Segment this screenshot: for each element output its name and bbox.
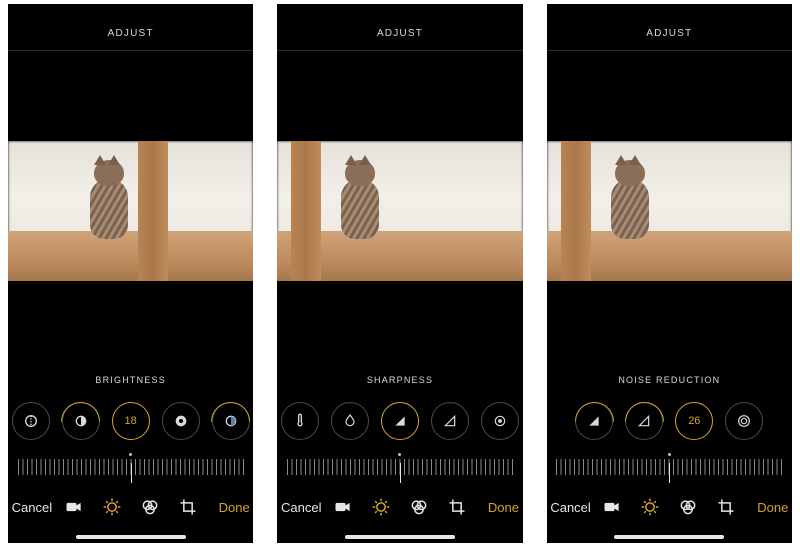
bottom-toolbar: Cancel Done <box>547 483 792 531</box>
adjust-icon[interactable] <box>640 497 660 517</box>
filters-icon[interactable] <box>409 497 429 517</box>
video-icon[interactable] <box>333 497 353 517</box>
exposure-icon[interactable] <box>12 402 50 440</box>
crop-icon[interactable] <box>447 497 467 517</box>
value-slider[interactable] <box>8 453 253 483</box>
photo-image <box>8 141 253 281</box>
photo-preview[interactable] <box>547 51 792 371</box>
cancel-button[interactable]: Cancel <box>550 500 602 515</box>
photo-preview[interactable] <box>8 51 253 371</box>
noise-reduction-icon[interactable] <box>481 402 519 440</box>
phone-screen-1: ADJUST BRIGHTNESS 18 Cancel <box>8 4 253 543</box>
done-button[interactable]: Done <box>467 500 519 515</box>
slider-indicator-dot <box>398 453 401 456</box>
tint-icon[interactable] <box>331 402 369 440</box>
crop-icon[interactable] <box>716 497 736 517</box>
phone-screen-3: ADJUST NOISE REDUCTION 26 Cancel <box>547 4 792 543</box>
slider-indicator-dot <box>668 453 671 456</box>
phone-screen-2: ADJUST SHARPNESS Cancel <box>277 4 522 543</box>
adjust-icon[interactable] <box>102 497 122 517</box>
definition-icon[interactable] <box>431 402 469 440</box>
slider-center-mark <box>400 463 401 483</box>
crop-icon[interactable] <box>178 497 198 517</box>
filters-icon[interactable] <box>678 497 698 517</box>
dial-row[interactable] <box>277 399 522 443</box>
param-label: BRIGHTNESS <box>95 375 166 387</box>
dial-row[interactable]: 26 <box>569 399 769 443</box>
adjust-controls: NOISE REDUCTION 26 Cancel Done <box>547 371 792 543</box>
cancel-button[interactable]: Cancel <box>12 500 64 515</box>
video-icon[interactable] <box>602 497 622 517</box>
home-indicator[interactable] <box>76 535 186 539</box>
photo-preview[interactable] <box>277 51 522 371</box>
noise-reduction-value[interactable]: 26 <box>675 402 713 440</box>
mode-tabs <box>333 497 467 517</box>
photo-image <box>277 141 522 281</box>
cancel-button[interactable]: Cancel <box>281 500 333 515</box>
mode-tabs <box>602 497 736 517</box>
done-button[interactable]: Done <box>736 500 788 515</box>
adjust-icon[interactable] <box>371 497 391 517</box>
home-indicator[interactable] <box>614 535 724 539</box>
value-slider[interactable] <box>277 453 522 483</box>
three-screen-comparison: ADJUST BRIGHTNESS 18 Cancel <box>0 0 800 547</box>
bottom-toolbar: Cancel Done <box>277 483 522 531</box>
header-title: ADJUST <box>277 4 522 50</box>
highlights-icon[interactable] <box>62 402 100 440</box>
vignette-icon[interactable] <box>725 402 763 440</box>
param-label: SHARPNESS <box>367 375 433 387</box>
saturation-icon[interactable] <box>212 402 250 440</box>
slider-center-mark <box>131 463 132 483</box>
adjust-controls: SHARPNESS Cancel Done <box>277 371 522 543</box>
bottom-toolbar: Cancel Done <box>8 483 253 531</box>
video-icon[interactable] <box>64 497 84 517</box>
brightness-value[interactable]: 18 <box>112 402 150 440</box>
dial-row[interactable]: 18 <box>8 399 253 443</box>
photo-image <box>547 141 792 281</box>
value-slider[interactable] <box>547 453 792 483</box>
definition-icon[interactable] <box>625 402 663 440</box>
header-title: ADJUST <box>8 4 253 50</box>
done-button[interactable]: Done <box>198 500 250 515</box>
header-title: ADJUST <box>547 4 792 50</box>
adjust-controls: BRIGHTNESS 18 Cancel Done <box>8 371 253 543</box>
black-point-icon[interactable] <box>162 402 200 440</box>
filters-icon[interactable] <box>140 497 160 517</box>
home-indicator[interactable] <box>345 535 455 539</box>
sharpness-icon[interactable] <box>381 402 419 440</box>
slider-indicator-dot <box>129 453 132 456</box>
sharpness-icon[interactable] <box>575 402 613 440</box>
mode-tabs <box>64 497 198 517</box>
slider-center-mark <box>669 463 670 483</box>
warmth-icon[interactable] <box>281 402 319 440</box>
param-label: NOISE REDUCTION <box>618 375 720 387</box>
